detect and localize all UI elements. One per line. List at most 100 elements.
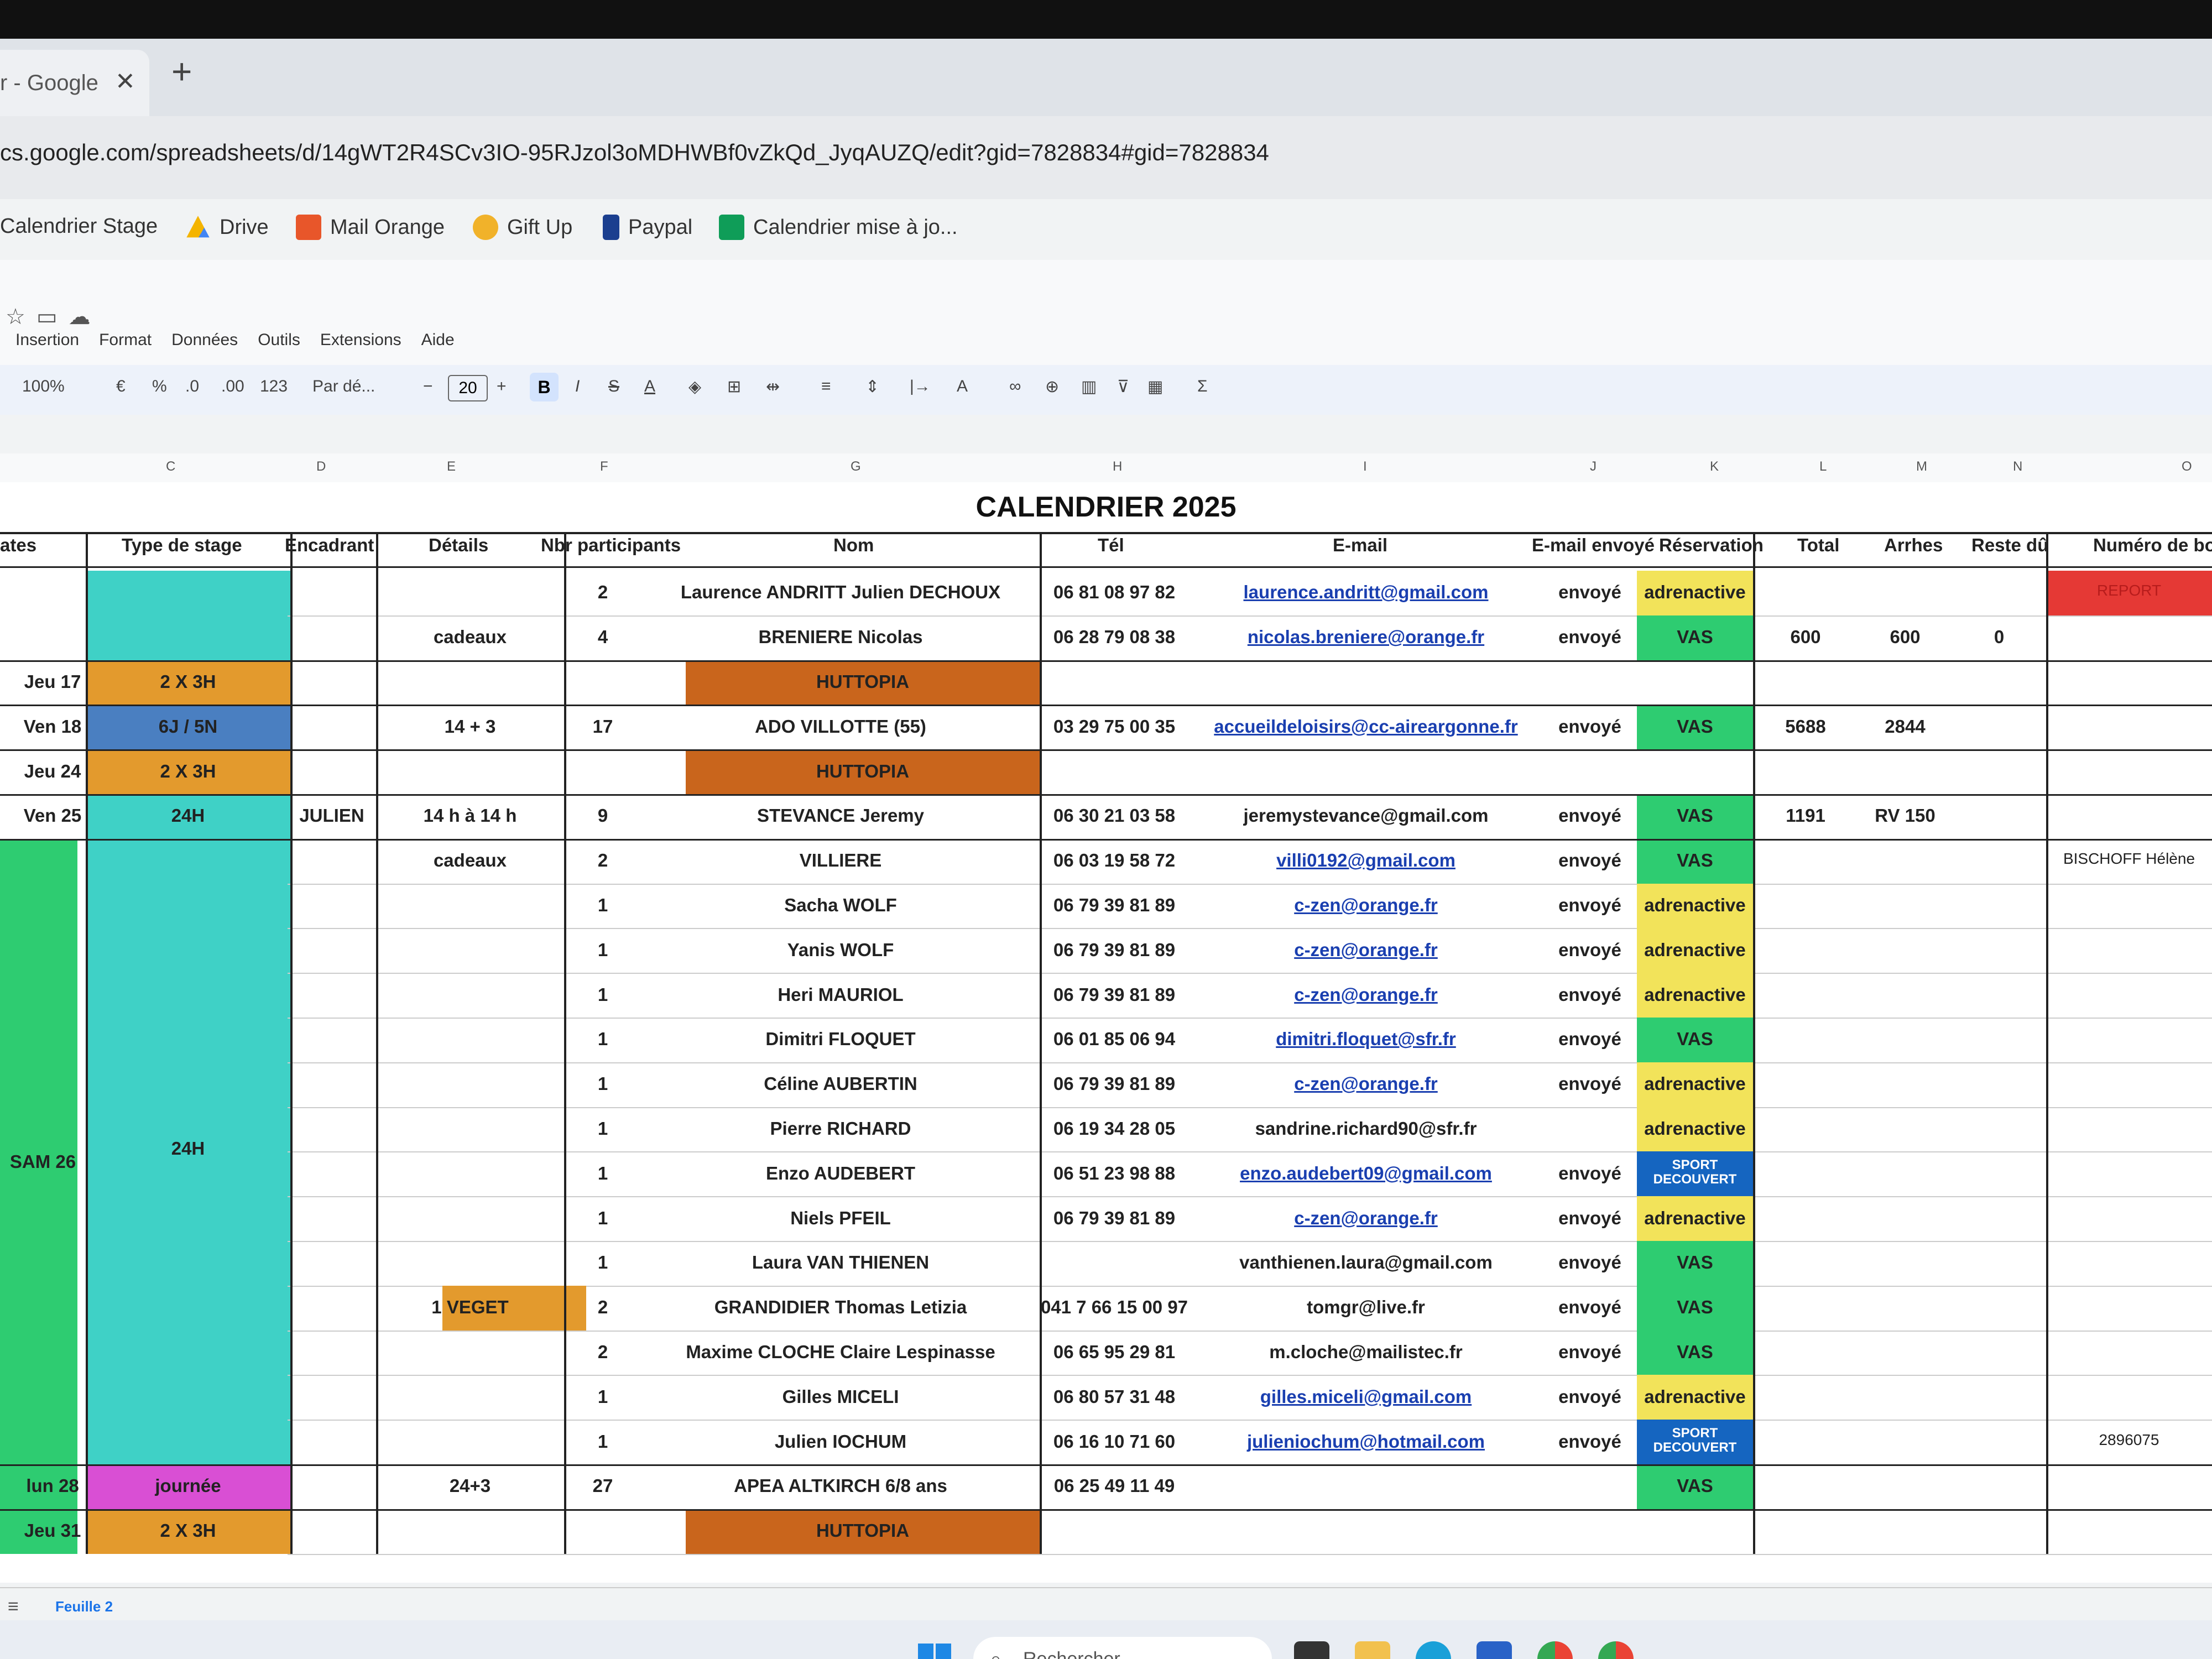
functions-icon[interactable]: Σ: [1197, 377, 1208, 396]
col-e[interactable]: E: [447, 459, 456, 474]
email-sent-cell[interactable]: envoyé: [1543, 1386, 1637, 1407]
reservation-cell[interactable]: adrenactive: [1637, 582, 1753, 603]
reservation-cell[interactable]: VAS: [1637, 1475, 1753, 1496]
text-color-button[interactable]: A: [644, 377, 655, 396]
total-cell[interactable]: 600: [1753, 627, 1858, 648]
email-cell[interactable]: julieniochum@hotmail.com: [1189, 1431, 1543, 1452]
email-sent-cell[interactable]: envoyé: [1543, 1029, 1637, 1050]
folder-icon[interactable]: ▭: [36, 305, 69, 329]
email-sent-cell[interactable]: envoyé: [1543, 1073, 1637, 1094]
type-cell[interactable]: 2 X 3H: [86, 761, 290, 782]
phone-cell[interactable]: 06 79 39 81 89: [1040, 940, 1189, 961]
email-cell[interactable]: c-zen@orange.fr: [1189, 1073, 1543, 1094]
bookmark-calendrier-maj[interactable]: Calendrier mise à jo...: [719, 215, 958, 240]
font-select[interactable]: Par dé...: [312, 377, 375, 396]
menu-insertion[interactable]: Insertion: [15, 331, 79, 349]
taskbar-search[interactable]: ⌕ Rechercher: [973, 1637, 1272, 1659]
phone-cell[interactable]: 06 01 85 06 94: [1040, 1029, 1189, 1050]
nbr-cell[interactable]: 4: [564, 627, 641, 648]
nbr-cell[interactable]: 1: [564, 1431, 641, 1452]
bold-button[interactable]: B: [530, 373, 559, 401]
align-icon[interactable]: ≡: [821, 377, 831, 396]
type-cell[interactable]: 2 X 3H: [86, 1520, 290, 1541]
col-k[interactable]: K: [1710, 459, 1719, 474]
reservation-cell[interactable]: SPORT DECOUVERT: [1637, 1426, 1753, 1455]
email-sent-cell[interactable]: envoyé: [1543, 1252, 1637, 1273]
name-cell[interactable]: Niels PFEIL: [641, 1208, 1040, 1229]
reservation-cell[interactable]: adrenactive: [1637, 940, 1753, 961]
email-sent-cell[interactable]: envoyé: [1543, 716, 1637, 737]
details-cell[interactable]: 14 h à 14 h: [376, 805, 564, 826]
email-sent-cell[interactable]: envoyé: [1543, 895, 1637, 916]
name-cell[interactable]: Céline AUBERTIN: [641, 1073, 1040, 1094]
col-i[interactable]: I: [1363, 459, 1367, 474]
email-sent-cell[interactable]: envoyé: [1543, 1163, 1637, 1184]
email-cell[interactable]: nicolas.breniere@orange.fr: [1189, 627, 1543, 648]
total-cell[interactable]: 5688: [1753, 716, 1858, 737]
email-sent-cell[interactable]: envoyé: [1543, 984, 1637, 1005]
phone-cell[interactable]: 06 25 49 11 49: [1040, 1475, 1189, 1496]
arrhes-cell[interactable]: 2844: [1858, 716, 1952, 737]
phone-cell[interactable]: 041 7 66 15 00 97: [1040, 1297, 1189, 1318]
col-c[interactable]: C: [166, 459, 175, 474]
nbr-cell[interactable]: 1: [564, 984, 641, 1005]
type-cell[interactable]: 6J / 5N: [86, 716, 290, 737]
menu-aide[interactable]: Aide: [421, 331, 455, 349]
menu-format[interactable]: Format: [99, 331, 152, 349]
col-f[interactable]: F: [600, 459, 608, 474]
voucher-cell[interactable]: BISCHOFF Hélène: [2046, 850, 2212, 868]
name-cell[interactable]: HUTTOPIA: [686, 1520, 1040, 1541]
email-cell[interactable]: c-zen@orange.fr: [1189, 895, 1543, 916]
phone-cell[interactable]: 06 65 95 29 81: [1040, 1342, 1189, 1363]
header-nom[interactable]: Nom: [833, 535, 874, 556]
reservation-cell[interactable]: adrenactive: [1637, 984, 1753, 1005]
details-cell[interactable]: 24+3: [376, 1475, 564, 1496]
phone-cell[interactable]: 06 79 39 81 89: [1040, 1073, 1189, 1094]
name-cell[interactable]: Dimitri FLOQUET: [641, 1029, 1040, 1050]
bookmark-mail-orange[interactable]: Mail Orange: [296, 215, 445, 240]
col-d[interactable]: D: [316, 459, 326, 474]
email-sent-cell[interactable]: envoyé: [1543, 805, 1637, 826]
sheet-title[interactable]: CALENDRIER 2025: [0, 482, 2212, 534]
name-cell[interactable]: Laura VAN THIENEN: [641, 1252, 1040, 1273]
header-reservation[interactable]: Réservation: [1659, 535, 1764, 556]
reservation-cell[interactable]: adrenactive: [1637, 1073, 1753, 1094]
phone-cell[interactable]: 06 30 21 03 58: [1040, 805, 1189, 826]
email-sent-cell[interactable]: envoyé: [1543, 1208, 1637, 1229]
font-size-plus[interactable]: +: [497, 377, 507, 396]
bookmark-paypal[interactable]: Paypal: [603, 215, 692, 240]
arrhes-cell[interactable]: 600: [1858, 627, 1952, 648]
address-bar[interactable]: cs.google.com/spreadsheets/d/14gWT2R4SCv…: [0, 116, 2212, 199]
header-envoye[interactable]: E-mail envoyé: [1532, 535, 1655, 556]
phone-cell[interactable]: 06 03 19 58 72: [1040, 850, 1189, 871]
store-icon[interactable]: [1477, 1641, 1512, 1659]
col-o[interactable]: O: [2182, 459, 2192, 474]
reste-cell[interactable]: 0: [1952, 627, 2046, 648]
phone-cell[interactable]: 06 80 57 31 48: [1040, 1386, 1189, 1407]
voucher-cell[interactable]: REPORT: [2046, 582, 2212, 599]
type-sam26[interactable]: 24H: [86, 1138, 290, 1159]
header-email[interactable]: E-mail: [1333, 535, 1387, 556]
header-arrhes[interactable]: Arrhes: [1884, 535, 1943, 556]
new-tab-button[interactable]: +: [171, 51, 192, 92]
name-cell[interactable]: VILLIERE: [641, 850, 1040, 871]
arrhes-cell[interactable]: RV 150: [1858, 805, 1952, 826]
nbr-cell[interactable]: 2: [564, 582, 641, 603]
reservation-cell[interactable]: adrenactive: [1637, 895, 1753, 916]
fill-color-icon[interactable]: ◈: [688, 377, 701, 397]
name-cell[interactable]: Gilles MICELI: [641, 1386, 1040, 1407]
file-explorer-icon[interactable]: [1355, 1641, 1390, 1659]
email-cell[interactable]: c-zen@orange.fr: [1189, 1208, 1543, 1229]
reservation-cell[interactable]: VAS: [1637, 1029, 1753, 1050]
type-cell[interactable]: 24H: [86, 805, 290, 826]
col-h[interactable]: H: [1113, 459, 1122, 474]
nbr-cell[interactable]: 2: [564, 1342, 641, 1363]
reservation-cell[interactable]: adrenactive: [1637, 1118, 1753, 1139]
email-cell[interactable]: accueildeloisirs@cc-aireargonne.fr: [1189, 716, 1543, 737]
merge-icon[interactable]: ⇹: [766, 377, 780, 397]
name-cell[interactable]: Sacha WOLF: [641, 895, 1040, 916]
col-g[interactable]: G: [851, 459, 861, 474]
header-bon[interactable]: Numéro de bon: [2093, 535, 2212, 556]
name-cell[interactable]: ADO VILLOTTE (55): [641, 716, 1040, 737]
name-cell[interactable]: Laurence ANDRITT Julien DECHOUX: [641, 582, 1040, 603]
